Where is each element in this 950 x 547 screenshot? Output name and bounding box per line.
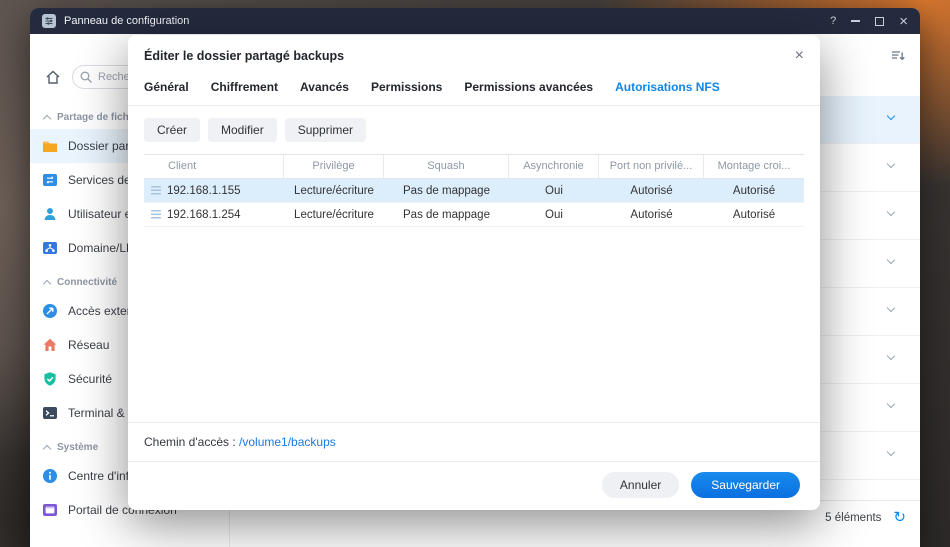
dialog-title: Éditer le dossier partagé backups xyxy=(144,49,345,63)
nfs-rules-table: Client Privilège Squash Asynchronie Port… xyxy=(144,154,804,227)
chevron-up-icon xyxy=(42,114,52,124)
tab-advanced[interactable]: Avancés xyxy=(300,80,349,94)
mount-path: Chemin d'accès : /volume1/backups xyxy=(128,422,820,461)
cancel-button[interactable]: Annuler xyxy=(601,472,680,498)
tab-general[interactable]: Général xyxy=(144,80,189,94)
delete-button[interactable]: Supprimer xyxy=(284,118,367,142)
chevron-down-icon[interactable] xyxy=(886,207,896,217)
external-access-icon xyxy=(43,304,57,318)
close-icon[interactable]: × xyxy=(899,14,908,29)
dialog-close-icon[interactable]: × xyxy=(795,48,804,64)
chevron-down-icon[interactable] xyxy=(886,111,896,121)
file-services-icon xyxy=(43,174,57,186)
chevron-down-icon[interactable] xyxy=(886,447,896,457)
chevron-down-icon[interactable] xyxy=(886,303,896,313)
terminal-icon xyxy=(43,407,57,419)
table-header: Client Privilège Squash Asynchronie Port… xyxy=(144,154,804,179)
chevron-up-icon xyxy=(42,444,52,454)
column-header-squash[interactable]: Squash xyxy=(384,155,509,178)
column-header-port[interactable]: Port non privilé... xyxy=(599,155,704,178)
rule-icon xyxy=(151,186,161,195)
domain-icon xyxy=(43,242,57,254)
chevron-down-icon[interactable] xyxy=(886,255,896,265)
window-titlebar: Panneau de configuration ? × xyxy=(30,8,920,34)
refresh-icon[interactable]: ↻ xyxy=(893,510,906,525)
tab-permissions[interactable]: Permissions xyxy=(371,80,442,94)
shared-folder-icon xyxy=(43,141,57,152)
chevron-up-icon xyxy=(42,279,52,289)
items-count: 5 éléments xyxy=(825,511,882,524)
mount-path-link[interactable]: /volume1/backups xyxy=(239,435,336,449)
edit-shared-folder-dialog: Éditer le dossier partagé backups × Géné… xyxy=(128,35,820,510)
info-icon xyxy=(43,469,57,483)
column-header-client[interactable]: Client xyxy=(144,155,284,178)
tab-advanced-permissions[interactable]: Permissions avancées xyxy=(464,80,593,94)
tab-nfs-permissions[interactable]: Autorisations NFS xyxy=(615,80,720,94)
login-portal-icon xyxy=(43,504,57,516)
table-row[interactable]: 192.168.1.155 Lecture/écriture Pas de ma… xyxy=(144,179,804,203)
network-icon xyxy=(43,338,57,351)
column-header-async[interactable]: Asynchronie xyxy=(509,155,599,178)
home-button[interactable] xyxy=(40,64,66,90)
window-title: Panneau de configuration xyxy=(64,15,190,27)
search-icon xyxy=(80,71,92,83)
maximize-icon[interactable] xyxy=(875,16,885,26)
create-button[interactable]: Créer xyxy=(144,118,201,142)
chevron-down-icon[interactable] xyxy=(886,399,896,409)
rule-icon xyxy=(151,210,161,219)
minimize-icon[interactable] xyxy=(851,20,861,22)
security-shield-icon xyxy=(44,372,56,386)
save-button[interactable]: Sauvegarder xyxy=(691,472,800,498)
column-header-privilege[interactable]: Privilège xyxy=(284,155,384,178)
dialog-tabs: Général Chiffrement Avancés Permissions … xyxy=(128,73,820,106)
modify-button[interactable]: Modifier xyxy=(208,118,277,142)
chevron-down-icon[interactable] xyxy=(886,351,896,361)
help-icon[interactable]: ? xyxy=(830,15,836,27)
home-icon xyxy=(46,70,60,84)
control-panel-icon xyxy=(42,14,56,28)
chevron-down-icon[interactable] xyxy=(886,159,896,169)
tab-encryption[interactable]: Chiffrement xyxy=(211,80,278,94)
user-icon xyxy=(44,208,56,220)
sort-icon[interactable] xyxy=(890,48,906,64)
table-row[interactable]: 192.168.1.254 Lecture/écriture Pas de ma… xyxy=(144,203,804,227)
column-header-mount[interactable]: Montage croi... xyxy=(704,155,804,178)
